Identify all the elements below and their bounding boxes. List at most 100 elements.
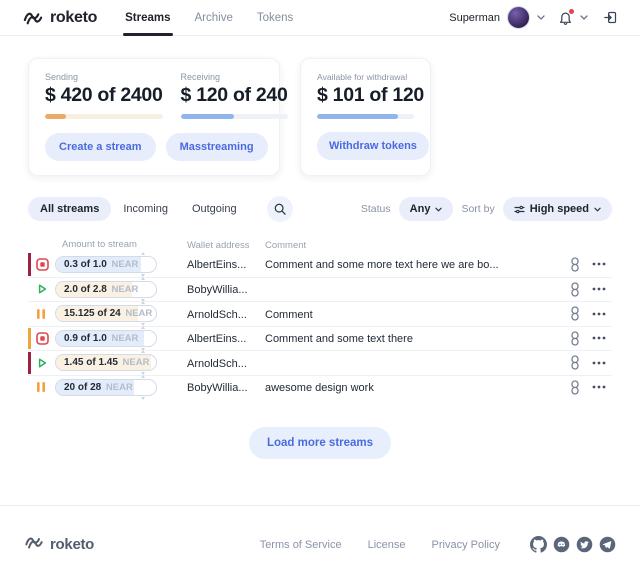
footer-logo[interactable]: roketo: [24, 534, 94, 556]
chevron-down-icon[interactable]: [580, 15, 588, 20]
filter-bar: All streams Incoming Outgoing Status Any…: [0, 196, 640, 222]
stream-progress-pill: 15.125 of 24 NEAR: [55, 305, 157, 322]
withdrawal-card: Available for withdrawal $ 101 of 120 Wi…: [300, 58, 431, 176]
nav-tab-tokens[interactable]: Tokens: [257, 12, 293, 24]
withdraw-tokens-button[interactable]: Withdraw tokens: [317, 132, 429, 160]
row-menu-button[interactable]: [590, 310, 608, 318]
ellipsis-icon: [592, 361, 606, 365]
stream-progress-pill: 1.45 of 1.45 NEAR: [55, 354, 157, 371]
status-filter-dropdown[interactable]: Any: [399, 197, 454, 221]
nav-tab-streams[interactable]: Streams: [125, 12, 170, 24]
chevron-down-icon[interactable]: [537, 15, 545, 20]
row-menu-button[interactable]: [590, 383, 608, 391]
stream-link-button[interactable]: [568, 304, 582, 323]
link-icon: [570, 282, 580, 297]
stream-link-button[interactable]: [568, 255, 582, 274]
twitter-link[interactable]: [576, 536, 593, 553]
stream-amount: 0.3 of 1.0: [64, 259, 107, 270]
app-logo[interactable]: roketo: [22, 9, 97, 27]
status-active-icon: [36, 357, 48, 369]
stream-progress-pill: 0.3 of 1.0 NEAR: [55, 256, 157, 273]
row-menu-button[interactable]: [590, 334, 608, 342]
stream-row[interactable]: 1.45 of 1.45 NEAR ArnoldSch...: [28, 350, 612, 375]
withdrawal-value: $ 101 of 120: [317, 84, 414, 107]
stream-link-button[interactable]: [568, 378, 582, 397]
link-icon: [570, 331, 580, 346]
link-icon: [570, 306, 580, 321]
token-symbol: NEAR: [109, 259, 139, 270]
notifications-bell-icon[interactable]: [558, 10, 573, 26]
chevron-down-icon: [435, 207, 442, 212]
header-wallet: Wallet address: [187, 240, 249, 251]
sending-progress-bar: [45, 114, 163, 119]
play-icon: [36, 357, 48, 369]
header-comment: Comment: [265, 240, 306, 251]
stream-amount: 2.0 of 2.8: [64, 284, 107, 295]
ellipsis-icon: [592, 336, 606, 340]
user-avatar[interactable]: [507, 6, 530, 29]
masstreaming-button[interactable]: Masstreaming: [166, 133, 268, 161]
status-filter-label: Status: [361, 203, 391, 215]
discord-icon: [553, 536, 570, 553]
logout-icon[interactable]: [603, 10, 618, 25]
row-menu-button[interactable]: [590, 260, 608, 268]
withdrawal-stat: Available for withdrawal $ 101 of 120: [317, 72, 414, 119]
table-header-row: Amount to stream Wallet address Comment: [28, 236, 612, 252]
stream-link-button[interactable]: [568, 280, 582, 299]
search-button[interactable]: [267, 196, 293, 222]
wallet-address: AlbertEins...: [187, 333, 246, 345]
filter-tab-outgoing[interactable]: Outgoing: [180, 197, 249, 221]
stream-row[interactable]: 15.125 of 24 NEAR ArnoldSch... Comment: [28, 301, 612, 326]
stream-amount: 1.45 of 1.45: [64, 357, 118, 368]
status-stopped-icon: [36, 332, 49, 345]
load-more-streams-button[interactable]: Load more streams: [249, 427, 391, 459]
stream-amount: 20 of 28: [64, 382, 101, 393]
user-name: Superman: [449, 12, 500, 24]
withdrawal-label: Available for withdrawal: [317, 72, 414, 82]
stream-link-button[interactable]: [568, 353, 582, 372]
privacy-policy-link[interactable]: Privacy Policy: [432, 539, 500, 551]
row-accent-bar: [28, 377, 31, 399]
roketo-logo-icon: [22, 9, 44, 27]
row-accent-bar: [28, 279, 31, 301]
stream-comment: awesome design work: [265, 382, 380, 394]
discord-link[interactable]: [553, 536, 570, 553]
search-icon: [274, 203, 286, 215]
stream-link-button[interactable]: [568, 329, 582, 348]
sending-label: Sending: [45, 72, 163, 82]
stream-row[interactable]: 2.0 of 2.8 NEAR BobyWillia...: [28, 277, 612, 302]
filter-tab-all-streams[interactable]: All streams: [28, 197, 111, 221]
header-amount: Amount to stream: [62, 239, 137, 250]
github-link[interactable]: [530, 536, 547, 553]
telegram-link[interactable]: [599, 536, 616, 553]
nav-tab-archive[interactable]: Archive: [195, 12, 233, 24]
ellipsis-icon: [592, 262, 606, 266]
stream-row[interactable]: 0.9 of 1.0 NEAR AlbertEins... Comment an…: [28, 326, 612, 351]
twitter-icon: [576, 536, 593, 553]
stream-row[interactable]: 20 of 28 NEAR BobyWillia... awesome desi…: [28, 375, 612, 400]
stream-progress-pill: 2.0 of 2.8 NEAR: [55, 281, 157, 298]
link-icon: [570, 257, 580, 272]
pause-icon: [36, 308, 46, 320]
wallet-address: BobyWillia...: [187, 284, 248, 296]
row-menu-button[interactable]: [590, 285, 608, 293]
stream-progress-pill: 20 of 28 NEAR: [55, 379, 157, 396]
terms-of-service-link[interactable]: Terms of Service: [260, 539, 342, 551]
row-menu-button[interactable]: [590, 359, 608, 367]
status-active-icon: [36, 283, 48, 295]
create-stream-button[interactable]: Create a stream: [45, 133, 156, 161]
wallet-address: BobyWillia...: [187, 382, 248, 394]
stream-row[interactable]: 0.3 of 1.0 NEAR AlbertEins... Comment an…: [28, 252, 612, 277]
status-stopped-icon: [36, 258, 49, 271]
sort-dropdown[interactable]: High speed: [503, 197, 612, 221]
link-icon: [570, 355, 580, 370]
license-link[interactable]: License: [368, 539, 406, 551]
wallet-address: ArnoldSch...: [187, 358, 247, 370]
token-symbol: NEAR: [120, 357, 150, 368]
ellipsis-icon: [592, 385, 606, 389]
link-icon: [570, 380, 580, 395]
stream-comment: [265, 284, 271, 296]
receiving-value: $ 120 of 240: [181, 84, 288, 107]
filter-tab-incoming[interactable]: Incoming: [111, 197, 180, 221]
pause-icon: [36, 381, 46, 393]
